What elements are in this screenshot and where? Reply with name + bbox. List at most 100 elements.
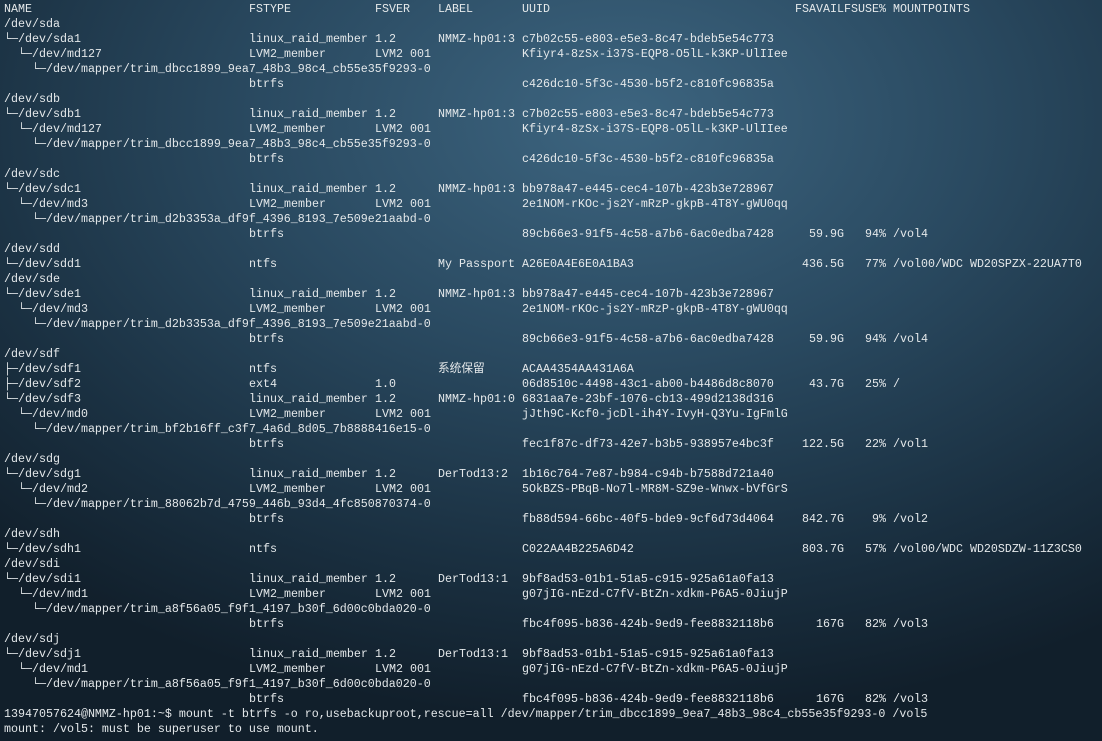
cell-mount: /vol1 [893,437,928,451]
cell-fsver: LVM2 001 [375,47,431,61]
table-row: btrfs c426dc10-5f3c-4530-b5f2-c810fc96835… [4,152,1102,167]
table-row: └─/dev/mapper/trim_d2b3353a_df9f_4396_81… [4,317,1102,332]
cell-uuid: 89cb66e3-91f5-4c58-a7b6-6ac0edba7428 [522,332,774,346]
cell-uuid: c426dc10-5f3c-4530-b5f2-c810fc96835a [522,152,774,166]
table-row: /dev/sdi [4,557,1102,572]
table-row: /dev/sdg [4,452,1102,467]
cell-fsver: 1.2 [375,392,396,406]
cell-name: └─/dev/sdb1 [4,107,81,121]
table-row: └─/dev/sdj1 linux_raid_member 1.2 DerTod13:… [4,647,1102,662]
cell-fstype: linux_raid_member [249,647,368,661]
cell-uuid: Kfiyr4-8zSx-i37S-EQP8-O5lL-k3KP-UlIIee [522,47,788,61]
cell-name: └─/dev/mapper/trim_88062b7d_4759_446b_93… [4,497,431,511]
cell-label: DerTod13:1 [438,572,508,586]
cell-uuid: c7b02c55-e803-e5e3-8c47-bdeb5e54c773 [522,32,774,46]
cell-name: └─/dev/mapper/trim_a8f56a05_f9f1_4197_b3… [4,602,431,616]
table-row: └─/dev/md0 LVM2_member LVM2 001 jJth9C-Kcf0… [4,407,1102,422]
table-row: /dev/sdd [4,242,1102,257]
table-row: └─/dev/md127 LVM2_member LVM2 001 Kfiyr4-8z… [4,47,1102,62]
cell-mount: /vol2 [893,512,928,526]
cell-name: └─/dev/md1 [4,587,88,601]
cell-name: └─/dev/md3 [4,197,88,211]
cell-label: DerTod13:2 [438,467,508,481]
cell-name: └─/dev/sdg1 [4,467,81,481]
cell-fsuse: 77% [865,257,886,271]
cell-label: My Passport [438,257,515,271]
cell-name: ├─/dev/sdf2 [4,377,81,391]
cell-name: └─/dev/md2 [4,482,88,496]
cell-name: ├─/dev/sdf1 [4,362,81,376]
cell-name: └─/dev/sdd1 [4,257,81,271]
table-row: └─/dev/sdf3 linux_raid_member 1.2 NMMZ-hp01… [4,392,1102,407]
cell-name: └─/dev/sde1 [4,287,81,301]
col-header-fsavail: FSAVAIL [795,2,844,16]
cell-fstype: btrfs [249,77,284,91]
table-row: └─/dev/mapper/trim_bf2b16ff_c3f7_4a6d_8d… [4,422,1102,437]
cell-uuid: 06d8510c-4498-43c1-ab00-b4486d8c8070 [522,377,774,391]
cell-uuid: fbc4f095-b836-424b-9ed9-fee8832118b6 [522,617,774,631]
table-row: btrfs fb88d594-66bc-40f5-bde9-9cf6d73d406… [4,512,1102,527]
cell-fsver: LVM2 001 [375,482,431,496]
cell-fsver: 1.0 [375,377,396,391]
cell-label: NMMZ-hp01:3 [438,107,515,121]
table-row: /dev/sdj [4,632,1102,647]
table-row: └─/dev/mapper/trim_a8f56a05_f9f1_4197_b3… [4,677,1102,692]
command-line[interactable]: 13947057624@NMMZ-hp01:~$ mount -t btrfs … [4,707,1102,722]
cell-mount: /vol3 [893,692,928,706]
cell-uuid: Kfiyr4-8zSx-i37S-EQP8-O5lL-k3KP-UlIIee [522,122,788,136]
table-row: └─/dev/md2 LVM2_member LVM2 001 5OkBZS-PBqB… [4,482,1102,497]
cell-uuid: bb978a47-e445-cec4-107b-423b3e728967 [522,182,774,196]
cell-fstype: LVM2_member [249,197,326,211]
cell-fsavail: 59.9G [809,227,844,241]
cell-name: /dev/sdj [4,632,60,646]
cell-label: 系统保留 [438,362,485,376]
cell-name: └─/dev/mapper/trim_d2b3353a_df9f_4396_81… [4,212,431,226]
table-row: └─/dev/mapper/trim_d2b3353a_df9f_4396_81… [4,212,1102,227]
cell-name: └─/dev/md1 [4,662,88,676]
cell-fstype: ext4 [249,377,277,391]
col-header-label: LABEL [438,2,473,16]
table-row: └─/dev/md3 LVM2_member LVM2 001 2e1NOM-rKOc… [4,302,1102,317]
cell-fsavail: 59.9G [809,332,844,346]
table-row: └─/dev/sdh1 ntfs C022AA4B225A6D42 803.7G 57%… [4,542,1102,557]
table-row: └─/dev/sda1 linux_raid_member 1.2 NMMZ-hp01… [4,32,1102,47]
cell-name: └─/dev/mapper/trim_dbcc1899_9ea7_48b3_98… [4,137,431,151]
table-row: /dev/sdf [4,347,1102,362]
cell-fsuse: 57% [865,542,886,556]
table-row: /dev/sdc [4,167,1102,182]
cell-fstype: btrfs [249,437,284,451]
cell-fsver: 1.2 [375,647,396,661]
cell-fstype: LVM2_member [249,407,326,421]
table-row: btrfs fbc4f095-b836-424b-9ed9-fee8832118b… [4,617,1102,632]
command-text: 13947057624@NMMZ-hp01:~$ mount -t btrfs … [4,707,928,721]
cell-fsver: 1.2 [375,107,396,121]
cell-fsuse: 82% [865,617,886,631]
table-row: └─/dev/mapper/trim_88062b7d_4759_446b_93… [4,497,1102,512]
cell-fstype: btrfs [249,227,284,241]
table-row: └─/dev/sdc1 linux_raid_member 1.2 NMMZ-hp01… [4,182,1102,197]
cell-fstype: linux_raid_member [249,107,368,121]
cell-fsuse: 22% [865,437,886,451]
error-text: mount: /vol5: must be superuser to use m… [4,722,319,736]
table-row: btrfs c426dc10-5f3c-4530-b5f2-c810fc96835… [4,77,1102,92]
cell-name: /dev/sdb [4,92,60,106]
cell-fsavail: 167G [816,617,844,631]
table-row: └─/dev/md127 LVM2_member LVM2 001 Kfiyr4-8z… [4,122,1102,137]
table-row: btrfs fec1f87c-df73-42e7-b3b5-938957e4bc3… [4,437,1102,452]
table-row: btrfs 89cb66e3-91f5-4c58-a7b6-6ac0edba742… [4,227,1102,242]
cell-name: /dev/sdd [4,242,60,256]
cell-name: /dev/sdg [4,452,60,466]
cell-name: /dev/sdh [4,527,60,541]
table-row: /dev/sde [4,272,1102,287]
cell-fsver: LVM2 001 [375,407,431,421]
cell-name: /dev/sdi [4,557,60,571]
cell-name: /dev/sde [4,272,60,286]
table-row: └─/dev/mapper/trim_dbcc1899_9ea7_48b3_98… [4,62,1102,77]
cell-fsavail: 842.7G [802,512,844,526]
table-row: ├─/dev/sdf2 ext4 1.0 06d8510c-4498-43c1-ab0… [4,377,1102,392]
cell-fstype: linux_raid_member [249,32,368,46]
cell-uuid: C022AA4B225A6D42 [522,542,634,556]
cell-fstype: LVM2_member [249,302,326,316]
cell-fsver: LVM2 001 [375,662,431,676]
col-header-fsuse: FSUSE% [844,2,886,16]
